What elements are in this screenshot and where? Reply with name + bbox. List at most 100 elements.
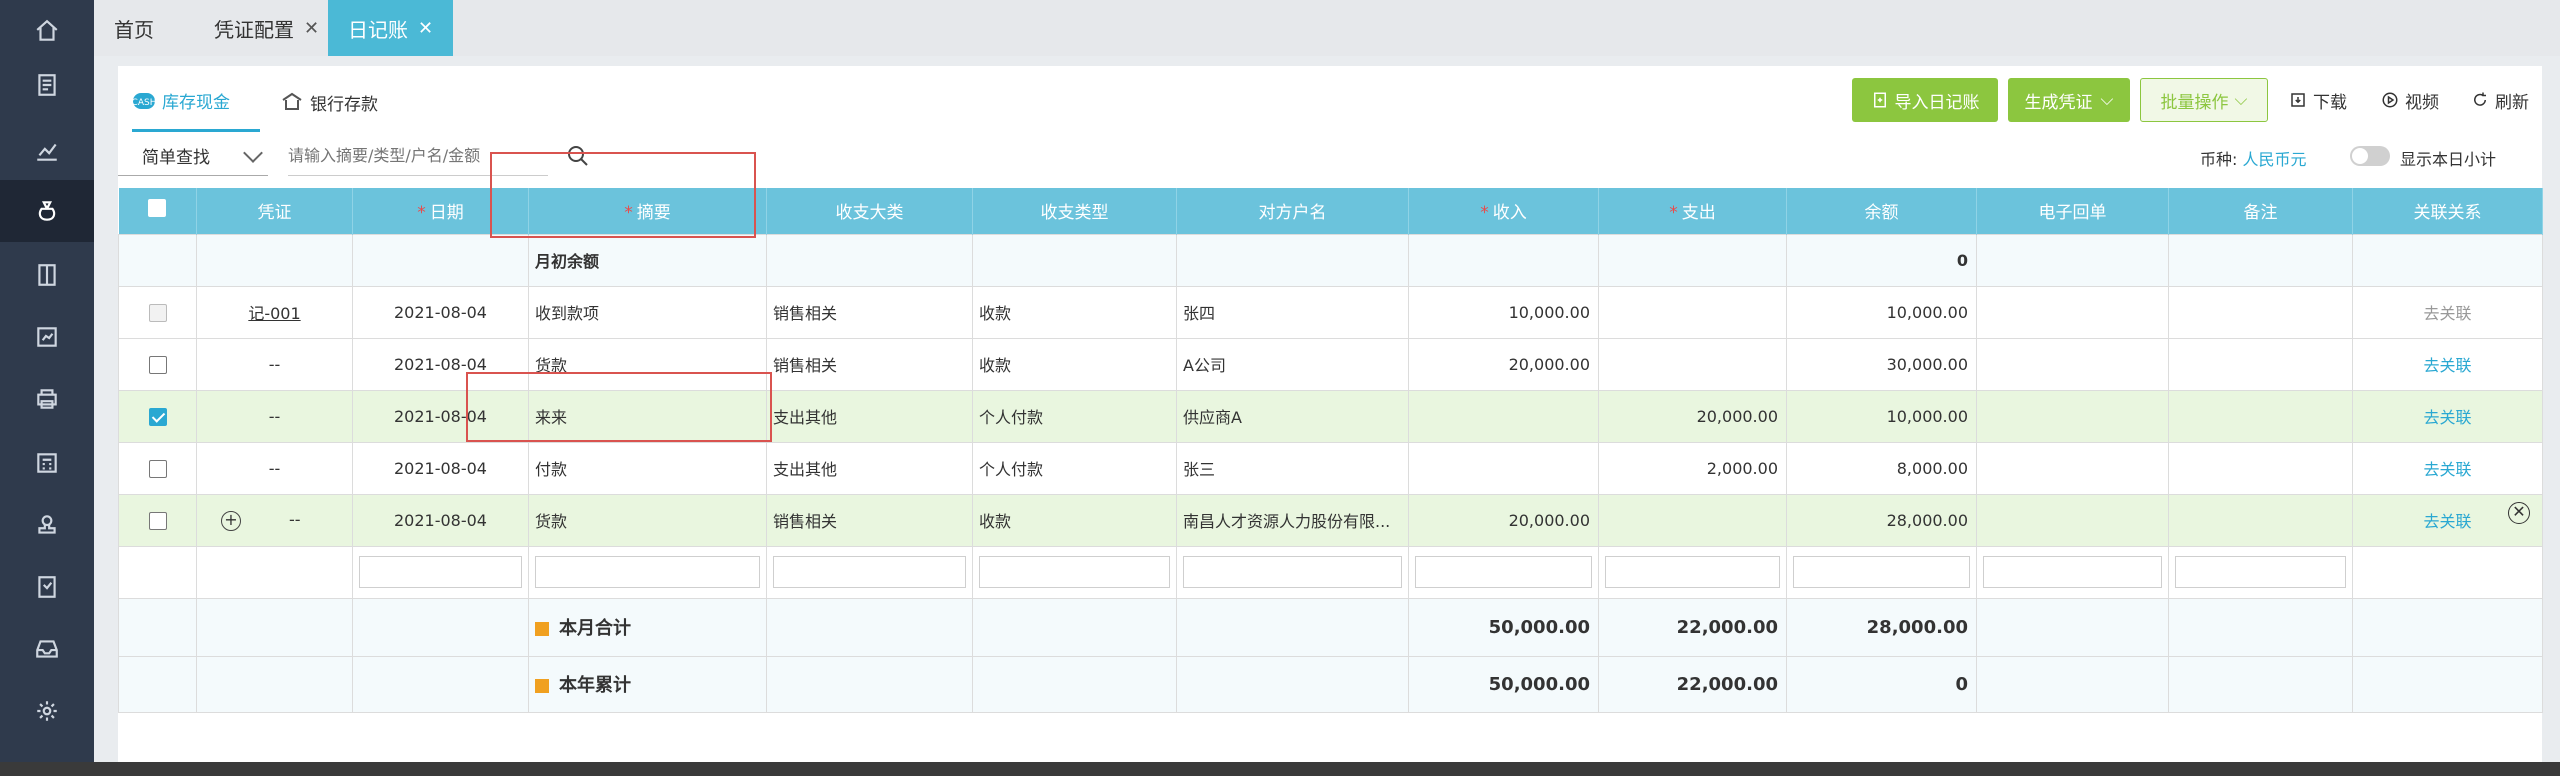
report-icon[interactable]: [0, 306, 94, 368]
category-cell[interactable]: 销售相关: [766, 337, 973, 391]
voucher-link[interactable]: 记-001: [248, 304, 300, 323]
remark-cell[interactable]: [2168, 441, 2353, 495]
select-all-checkbox[interactable]: [148, 199, 167, 218]
close-icon[interactable]: ✕: [2508, 502, 2530, 524]
type-cell[interactable]: 收款: [972, 493, 1177, 547]
category-cell[interactable]: 支出其他: [766, 389, 973, 443]
type-cell[interactable]: 个人付款: [972, 441, 1177, 495]
party-cell[interactable]: 南昌人才资源人力股份有限...: [1176, 493, 1409, 547]
category-cell[interactable]: 销售相关: [766, 285, 973, 339]
batch-operation-button[interactable]: 批量操作 ⌵: [2140, 78, 2268, 122]
settings-icon[interactable]: [0, 680, 94, 742]
table-row[interactable]: + -- 2021-08-04 货款 销售相关 收款 南昌人才资源人力股份有限..…: [118, 493, 2543, 547]
chart-icon[interactable]: [0, 120, 94, 182]
income-cell[interactable]: 20,000.00: [1408, 493, 1599, 547]
new-income-input[interactable]: [1415, 556, 1592, 588]
new-category-input[interactable]: [773, 556, 966, 588]
close-icon[interactable]: ✕: [418, 18, 433, 39]
new-date-input[interactable]: [359, 556, 522, 588]
relation-link[interactable]: 去关联: [2352, 337, 2543, 391]
remark-cell[interactable]: [2168, 389, 2353, 443]
remark-cell[interactable]: [2168, 337, 2353, 391]
table-row[interactable]: 记-001 2021-08-04 收到款项 销售相关 收款 张四 10,000.…: [118, 285, 2543, 339]
summary-cell[interactable]: 收到款项: [528, 285, 767, 339]
date-cell[interactable]: 2021-08-04: [352, 441, 529, 495]
category-cell[interactable]: 销售相关: [766, 493, 973, 547]
search-mode-select[interactable]: 简单查找: [118, 136, 268, 176]
income-cell[interactable]: 10,000.00: [1408, 285, 1599, 339]
table-cell: [1976, 655, 2169, 713]
tab-cash[interactable]: CASH 库存现金: [132, 72, 260, 132]
row-checkbox[interactable]: [148, 459, 167, 478]
scrollbar[interactable]: [2546, 66, 2560, 762]
remark-cell[interactable]: [2168, 285, 2353, 339]
party-cell[interactable]: 张四: [1176, 285, 1409, 339]
relation-link[interactable]: 去关联: [2352, 441, 2543, 495]
party-cell[interactable]: 张三: [1176, 441, 1409, 495]
row-checkbox[interactable]: [148, 511, 167, 530]
row-checkbox[interactable]: [148, 303, 167, 322]
new-summary-input[interactable]: [535, 556, 760, 588]
currency-value[interactable]: 人民币元: [2243, 150, 2307, 169]
receipt-cell[interactable]: [1976, 337, 2169, 391]
summary-cell[interactable]: 货款: [528, 493, 767, 547]
close-icon[interactable]: ✕: [304, 18, 319, 39]
daily-subtotal-toggle[interactable]: [2350, 146, 2390, 166]
date-cell[interactable]: 2021-08-04: [352, 493, 529, 547]
stamp-icon[interactable]: [0, 494, 94, 556]
table-cell: [766, 597, 973, 657]
expense-cell[interactable]: [1598, 493, 1787, 547]
tab-bank-deposit[interactable]: 银行存款: [264, 72, 394, 132]
remark-cell[interactable]: [2168, 493, 2353, 547]
ledger-icon[interactable]: [0, 244, 94, 306]
new-remark-input[interactable]: [2175, 556, 2346, 588]
inbox-icon[interactable]: [0, 618, 94, 680]
row-checkbox[interactable]: [148, 355, 167, 374]
new-balance-input[interactable]: [1793, 556, 1970, 588]
relation-link[interactable]: 去关联: [2352, 285, 2543, 339]
generate-voucher-button[interactable]: 生成凭证 ⌵: [2008, 78, 2130, 122]
money-bag-icon[interactable]: [0, 180, 94, 242]
type-cell[interactable]: 收款: [972, 285, 1177, 339]
receipt-cell[interactable]: [1976, 493, 2169, 547]
new-expense-input[interactable]: [1605, 556, 1780, 588]
party-cell[interactable]: A公司: [1176, 337, 1409, 391]
tab-voucher-config[interactable]: 凭证配置 ✕: [194, 0, 339, 56]
refresh-button[interactable]: 刷新: [2460, 78, 2540, 122]
expense-cell[interactable]: [1598, 285, 1787, 339]
summary-cell[interactable]: 付款: [528, 441, 767, 495]
required-mark: *: [1480, 203, 1489, 224]
income-cell[interactable]: [1408, 389, 1599, 443]
calculator-icon[interactable]: [0, 432, 94, 494]
add-row-icon[interactable]: +: [221, 510, 241, 531]
new-party-input[interactable]: [1183, 556, 1402, 588]
import-journal-button[interactable]: 导入日记账: [1852, 78, 1998, 122]
relation-link[interactable]: 去关联: [2352, 389, 2543, 443]
type-cell[interactable]: 收款: [972, 337, 1177, 391]
new-receipt-input[interactable]: [1983, 556, 2162, 588]
party-cell[interactable]: 供应商A: [1176, 389, 1409, 443]
document-icon[interactable]: [0, 54, 94, 116]
category-cell[interactable]: 支出其他: [766, 441, 973, 495]
receipt-cell[interactable]: [1976, 285, 2169, 339]
new-type-input[interactable]: [979, 556, 1170, 588]
bank-icon: [282, 92, 302, 110]
expense-cell[interactable]: 2,000.00: [1598, 441, 1787, 495]
tab-journal[interactable]: 日记账 ✕: [328, 0, 454, 56]
type-cell[interactable]: 个人付款: [972, 389, 1177, 443]
download-button[interactable]: 下载: [2278, 78, 2358, 122]
tab-home[interactable]: 首页: [94, 0, 174, 56]
date-cell[interactable]: 2021-08-04: [352, 285, 529, 339]
video-button[interactable]: 视频: [2370, 78, 2450, 122]
printer-icon[interactable]: [0, 368, 94, 430]
income-cell[interactable]: [1408, 441, 1599, 495]
expense-cell[interactable]: 20,000.00: [1598, 389, 1787, 443]
expense-cell[interactable]: [1598, 337, 1787, 391]
receipt-cell[interactable]: [1976, 389, 2169, 443]
income-cell[interactable]: 20,000.00: [1408, 337, 1599, 391]
table-row[interactable]: -- 2021-08-04 付款 支出其他 个人付款 张三 2,000.00 8…: [118, 441, 2543, 495]
home-icon[interactable]: [0, 0, 94, 62]
receipt-cell[interactable]: [1976, 441, 2169, 495]
invoice-icon[interactable]: [0, 556, 94, 618]
row-checkbox[interactable]: [148, 407, 167, 426]
